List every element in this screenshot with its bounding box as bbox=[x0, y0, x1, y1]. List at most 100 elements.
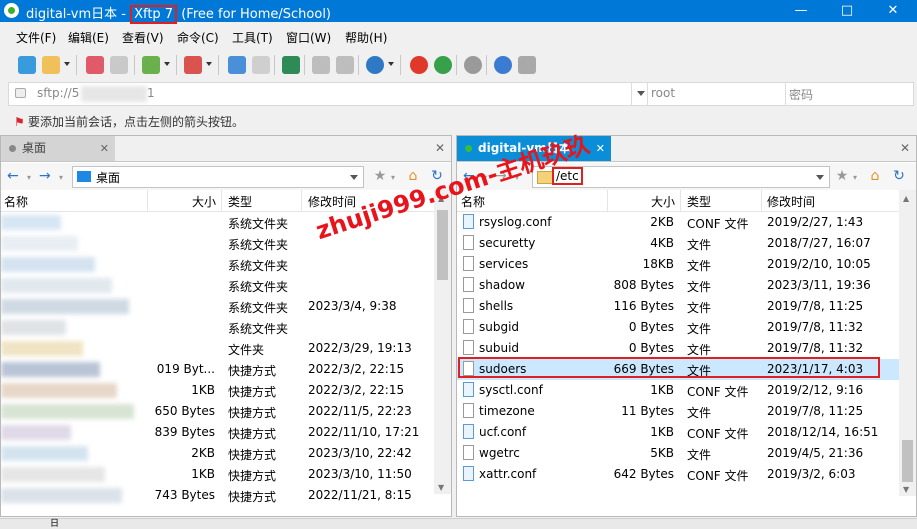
table-row[interactable]: wgetrc 5KB 文件 2019/4/5, 21:36 bbox=[457, 443, 916, 464]
remote-path-box[interactable]: /etc bbox=[532, 166, 830, 188]
table-row[interactable]: shells 116 Bytes 文件 2019/7/8, 11:25 bbox=[457, 296, 916, 317]
refresh-icon[interactable]: ↻ bbox=[890, 167, 908, 185]
globe-dropdown-icon[interactable] bbox=[388, 62, 394, 66]
table-row[interactable]: 839 Bytes 快捷方式 2022/11/10, 17:21 bbox=[1, 422, 451, 443]
forward-icon[interactable]: → bbox=[39, 168, 51, 184]
tab-local-desktop[interactable]: 桌面 ✕ bbox=[1, 136, 115, 161]
column-divider[interactable] bbox=[147, 190, 148, 211]
sync-icon[interactable] bbox=[282, 56, 300, 74]
address-dropdown-icon[interactable] bbox=[637, 91, 645, 96]
local-path-text[interactable]: 桌面 bbox=[96, 169, 120, 186]
back-dropdown-icon[interactable]: ▾ bbox=[27, 173, 31, 182]
bookmark-arrow-icon[interactable]: ⚑ bbox=[14, 115, 25, 129]
column-divider[interactable] bbox=[761, 190, 762, 211]
address-host[interactable]: sftp://5 bbox=[37, 86, 79, 100]
column-divider[interactable] bbox=[221, 190, 222, 211]
favorite-star-icon[interactable]: ★ bbox=[371, 167, 389, 185]
open-dropdown-icon[interactable] bbox=[64, 62, 70, 66]
table-row[interactable]: rsyslog.conf 2KB CONF 文件 2019/2/27, 1:43 bbox=[457, 212, 916, 233]
column-type[interactable]: 类型 bbox=[687, 193, 711, 210]
table-row[interactable]: 1KB 快捷方式 2023/3/10, 11:50 bbox=[1, 464, 451, 485]
scroll-up-icon[interactable]: ▲ bbox=[903, 194, 909, 203]
menu-help[interactable]: 帮助(H) bbox=[345, 29, 387, 46]
home-icon[interactable]: ⌂ bbox=[866, 167, 884, 185]
path-dropdown-icon[interactable] bbox=[816, 175, 824, 180]
tab-close-icon[interactable]: ✕ bbox=[596, 136, 605, 161]
table-row[interactable]: 文件夹 2022/3/29, 19:13 bbox=[1, 338, 451, 359]
column-size[interactable]: 大小 bbox=[192, 193, 216, 210]
menu-file[interactable]: 文件(F) bbox=[16, 29, 56, 46]
table-row[interactable]: ucf.conf 1KB CONF 文件 2018/12/14, 16:51 bbox=[457, 422, 916, 443]
pane-close-icon[interactable]: ✕ bbox=[435, 141, 445, 155]
table-row[interactable]: 系统文件夹 bbox=[1, 275, 451, 296]
table-row[interactable]: 1KB 快捷方式 2022/3/2, 22:15 bbox=[1, 380, 451, 401]
scroll-thumb[interactable] bbox=[902, 440, 913, 482]
settings-gear-icon[interactable] bbox=[464, 56, 482, 74]
globe-icon[interactable] bbox=[366, 56, 384, 74]
table-row[interactable]: services 18KB 文件 2019/2/10, 10:05 bbox=[457, 254, 916, 275]
table-row[interactable]: 系统文件夹 2023/3/4, 9:38 bbox=[1, 296, 451, 317]
xftp-icon[interactable] bbox=[434, 56, 452, 74]
remote-vertical-scrollbar[interactable]: ▲ ▼ bbox=[899, 190, 916, 496]
table-row[interactable]: securetty 4KB 文件 2018/7/27, 16:07 bbox=[457, 233, 916, 254]
table-row[interactable]: 系统文件夹 bbox=[1, 254, 451, 275]
scroll-down-icon[interactable]: ▼ bbox=[903, 485, 909, 494]
column-divider[interactable] bbox=[680, 190, 681, 211]
forward-dropdown-icon[interactable]: ▾ bbox=[59, 173, 63, 182]
table-row[interactable]: subgid 0 Bytes 文件 2019/7/8, 11:32 bbox=[457, 317, 916, 338]
column-size[interactable]: 大小 bbox=[651, 193, 675, 210]
table-row[interactable]: 系统文件夹 bbox=[1, 317, 451, 338]
menu-view[interactable]: 查看(V) bbox=[122, 29, 164, 46]
remote-path-text[interactable]: /etc bbox=[552, 167, 583, 185]
terminal-dropdown-icon[interactable] bbox=[206, 62, 212, 66]
scroll-down-icon[interactable]: ▼ bbox=[438, 483, 444, 492]
table-row[interactable]: subuid 0 Bytes 文件 2019/7/8, 11:32 bbox=[457, 338, 916, 359]
local-path-box[interactable]: 桌面 bbox=[72, 166, 364, 188]
tab-close-icon[interactable]: ✕ bbox=[100, 136, 109, 161]
column-divider[interactable] bbox=[301, 190, 302, 211]
column-type[interactable]: 类型 bbox=[228, 193, 252, 210]
table-row[interactable]: 系统文件夹 bbox=[1, 233, 451, 254]
download-icon[interactable] bbox=[252, 56, 270, 74]
disconnect-icon[interactable] bbox=[86, 56, 104, 74]
menu-window[interactable]: 窗口(W) bbox=[286, 29, 331, 46]
close-icon[interactable]: ✕ bbox=[870, 0, 916, 22]
favorite-dropdown-icon[interactable]: ▾ bbox=[853, 173, 857, 182]
username-field[interactable]: root bbox=[651, 86, 675, 100]
maximize-icon[interactable]: □ bbox=[824, 0, 870, 22]
reconnect-icon[interactable] bbox=[110, 56, 128, 74]
address-bar[interactable]: sftp://5 1 root 密码 bbox=[8, 82, 914, 106]
copy-icon[interactable] bbox=[312, 56, 330, 74]
terminal-icon[interactable] bbox=[184, 56, 202, 74]
upload-icon[interactable] bbox=[228, 56, 246, 74]
back-icon[interactable]: ← bbox=[7, 168, 19, 184]
properties-icon[interactable] bbox=[142, 56, 160, 74]
table-row[interactable]: 650 Bytes 快捷方式 2022/11/5, 22:23 bbox=[1, 401, 451, 422]
password-field[interactable]: 密码 bbox=[789, 86, 813, 103]
table-row[interactable]: xattr.conf 642 Bytes CONF 文件 2019/3/2, 6:03 bbox=[457, 464, 916, 485]
table-row[interactable]: timezone 11 Bytes 文件 2019/7/8, 11:25 bbox=[457, 401, 916, 422]
column-divider[interactable] bbox=[607, 190, 608, 211]
help-icon[interactable] bbox=[494, 56, 512, 74]
path-dropdown-icon[interactable] bbox=[350, 175, 358, 180]
menu-command[interactable]: 命令(C) bbox=[177, 29, 219, 46]
table-row[interactable]: 2KB 快捷方式 2023/3/10, 22:42 bbox=[1, 443, 451, 464]
menu-tools[interactable]: 工具(T) bbox=[232, 29, 273, 46]
favorite-star-icon[interactable]: ★ bbox=[833, 167, 851, 185]
minimize-icon[interactable]: — bbox=[778, 0, 824, 22]
favorite-dropdown-icon[interactable]: ▾ bbox=[391, 173, 395, 182]
column-modified[interactable]: 修改时间 bbox=[767, 193, 815, 210]
local-vertical-scrollbar[interactable]: ▲ ▼ bbox=[434, 190, 451, 494]
open-folder-icon[interactable] bbox=[42, 56, 60, 74]
column-name[interactable]: 名称 bbox=[4, 193, 28, 210]
menu-edit[interactable]: 编辑(E) bbox=[68, 29, 109, 46]
pane-close-icon[interactable]: ✕ bbox=[900, 141, 910, 155]
new-session-icon[interactable] bbox=[18, 56, 36, 74]
table-row[interactable]: 019 Byt... 快捷方式 2022/3/2, 22:15 bbox=[1, 359, 451, 380]
table-row[interactable]: sysctl.conf 1KB CONF 文件 2019/2/12, 9:16 bbox=[457, 380, 916, 401]
table-row[interactable]: shadow 808 Bytes 文件 2023/3/11, 19:36 bbox=[457, 275, 916, 296]
table-row[interactable]: 743 Bytes 快捷方式 2022/11/21, 8:15 bbox=[1, 485, 451, 506]
xshell-icon[interactable] bbox=[410, 56, 428, 74]
properties-dropdown-icon[interactable] bbox=[164, 62, 170, 66]
scroll-thumb[interactable] bbox=[437, 210, 448, 280]
